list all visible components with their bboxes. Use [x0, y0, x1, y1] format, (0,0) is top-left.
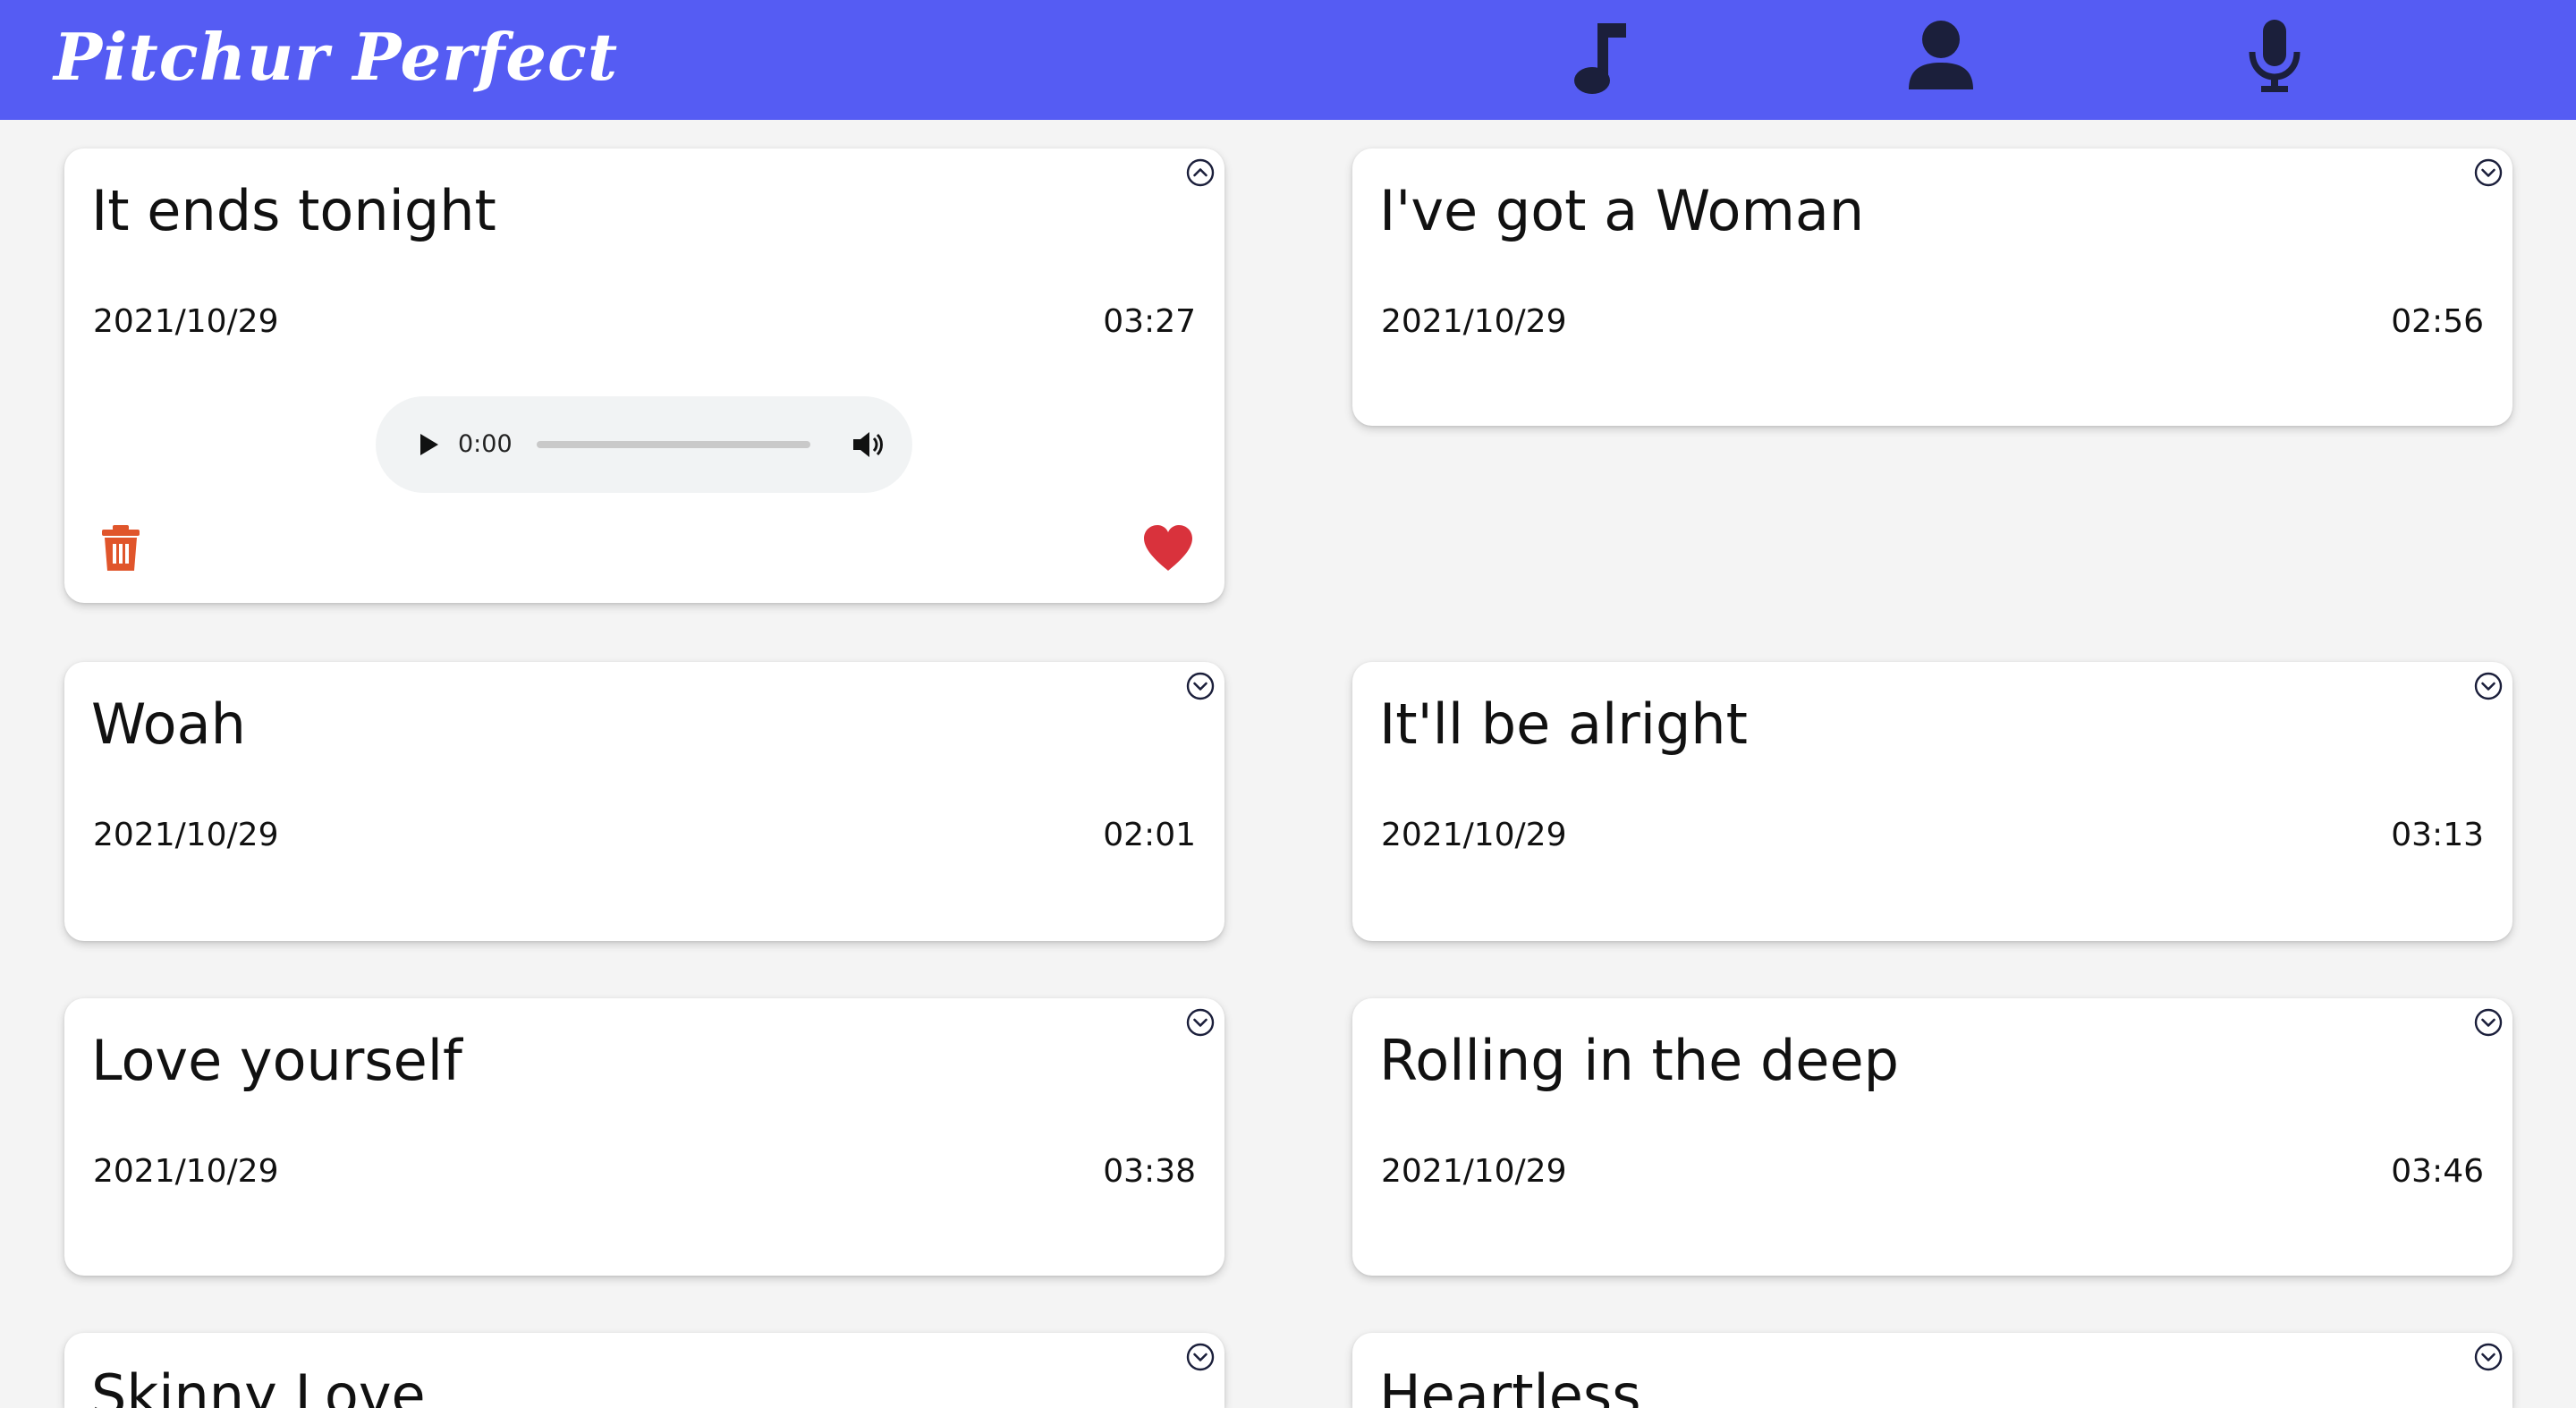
- recording-duration: 03:13: [2391, 817, 2484, 853]
- recording-date: 2021/10/29: [93, 303, 279, 340]
- recording-title: It'll be alright: [1379, 691, 1748, 757]
- expand-chevron-down-icon[interactable]: [2473, 1007, 2504, 1038]
- recording-date: 2021/10/29: [1381, 817, 1567, 853]
- play-icon[interactable]: [411, 428, 444, 461]
- recording-duration: 02:56: [2391, 303, 2484, 340]
- collapse-chevron-up-icon[interactable]: [1185, 157, 1216, 188]
- recording-title: Rolling in the deep: [1379, 1028, 1899, 1093]
- recording-card: Rolling in the deep 2021/10/29 03:46: [1352, 998, 2512, 1276]
- expand-chevron-down-icon[interactable]: [2473, 671, 2504, 701]
- recording-title: Love yourself: [91, 1028, 462, 1093]
- volume-icon[interactable]: [850, 427, 886, 462]
- recording-title: Skinny Love: [91, 1362, 426, 1408]
- recording-date: 2021/10/29: [1381, 303, 1567, 340]
- audio-player: 0:00: [376, 396, 912, 493]
- recording-title: Heartless: [1379, 1362, 1641, 1408]
- music-icon[interactable]: [1567, 18, 1630, 95]
- expand-chevron-down-icon[interactable]: [1185, 671, 1216, 701]
- app-logo[interactable]: Pitchur Perfect: [54, 13, 618, 102]
- recording-date: 2021/10/29: [1381, 1153, 1567, 1190]
- microphone-icon[interactable]: [2243, 18, 2306, 95]
- recording-title: Woah: [91, 691, 246, 757]
- recording-duration: 03:27: [1103, 303, 1196, 340]
- recording-title: It ends tonight: [91, 178, 496, 243]
- person-icon[interactable]: [1905, 18, 1977, 95]
- recording-card: It ends tonight 2021/10/29 03:27 0:00: [64, 148, 1224, 603]
- trash-icon[interactable]: [100, 524, 141, 573]
- audio-current-time: 0:00: [458, 430, 513, 458]
- recording-duration: 03:46: [2391, 1153, 2484, 1190]
- recording-card: Woah 2021/10/29 02:01: [64, 662, 1224, 941]
- expand-chevron-down-icon[interactable]: [1185, 1007, 1216, 1038]
- expand-chevron-down-icon[interactable]: [2473, 1342, 2504, 1372]
- recording-card: It'll be alright 2021/10/29 03:13: [1352, 662, 2512, 941]
- recording-card: Skinny Love: [64, 1333, 1224, 1408]
- expand-chevron-down-icon[interactable]: [2473, 157, 2504, 188]
- recording-duration: 02:01: [1103, 817, 1196, 853]
- recording-date: 2021/10/29: [93, 817, 279, 853]
- recording-card: Love yourself 2021/10/29 03:38: [64, 998, 1224, 1276]
- recording-card: I've got a Woman 2021/10/29 02:56: [1352, 148, 2512, 426]
- recording-duration: 03:38: [1103, 1153, 1196, 1190]
- recording-card: Heartless: [1352, 1333, 2512, 1408]
- recording-title: I've got a Woman: [1379, 178, 1865, 243]
- expand-chevron-down-icon[interactable]: [1185, 1342, 1216, 1372]
- navbar: Pitchur Perfect: [0, 0, 2576, 120]
- heart-icon[interactable]: [1142, 524, 1194, 573]
- audio-progress-slider[interactable]: [537, 441, 810, 448]
- recording-date: 2021/10/29: [93, 1153, 279, 1190]
